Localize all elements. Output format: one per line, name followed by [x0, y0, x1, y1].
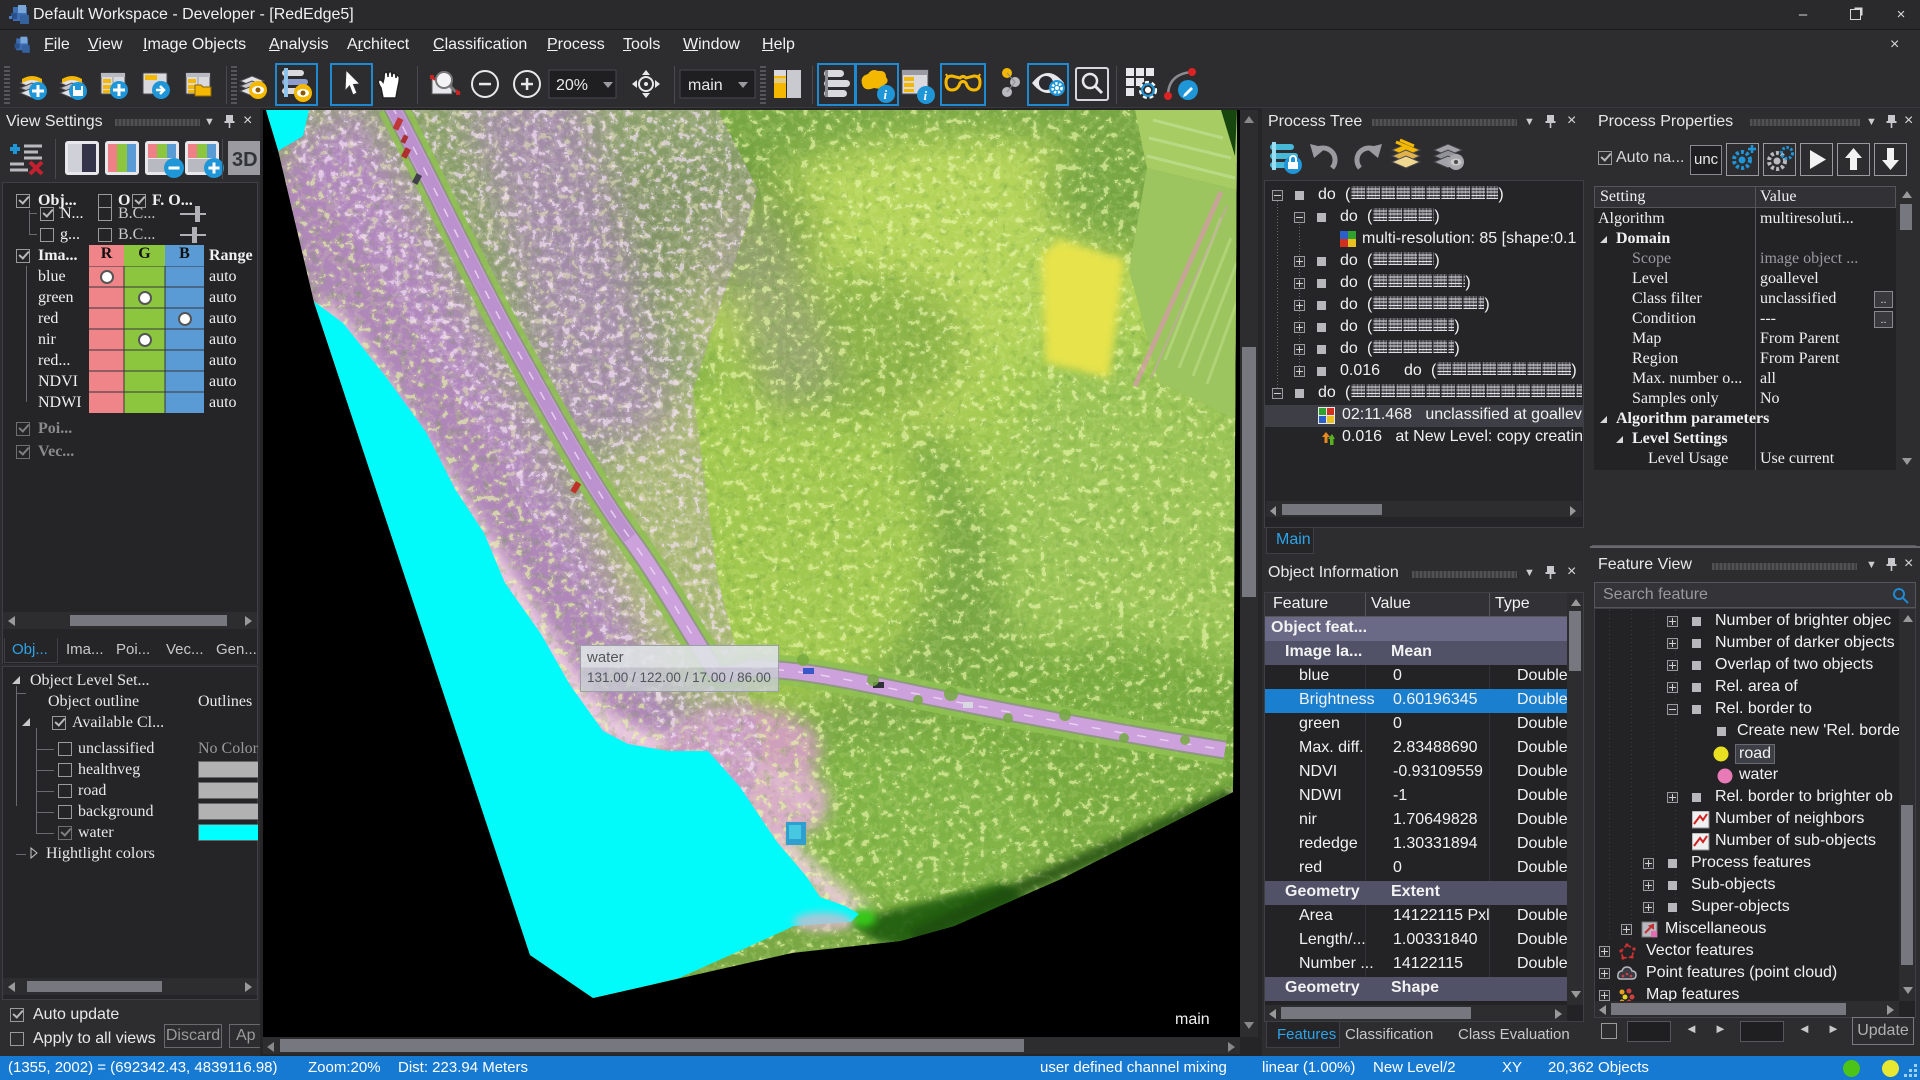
svg-text:3D: 3D — [232, 149, 258, 171]
svg-text:main: main — [688, 77, 723, 94]
svg-text:i: i — [924, 88, 928, 103]
svg-text:i: i — [884, 87, 888, 102]
svg-text:20%: 20% — [556, 77, 588, 94]
